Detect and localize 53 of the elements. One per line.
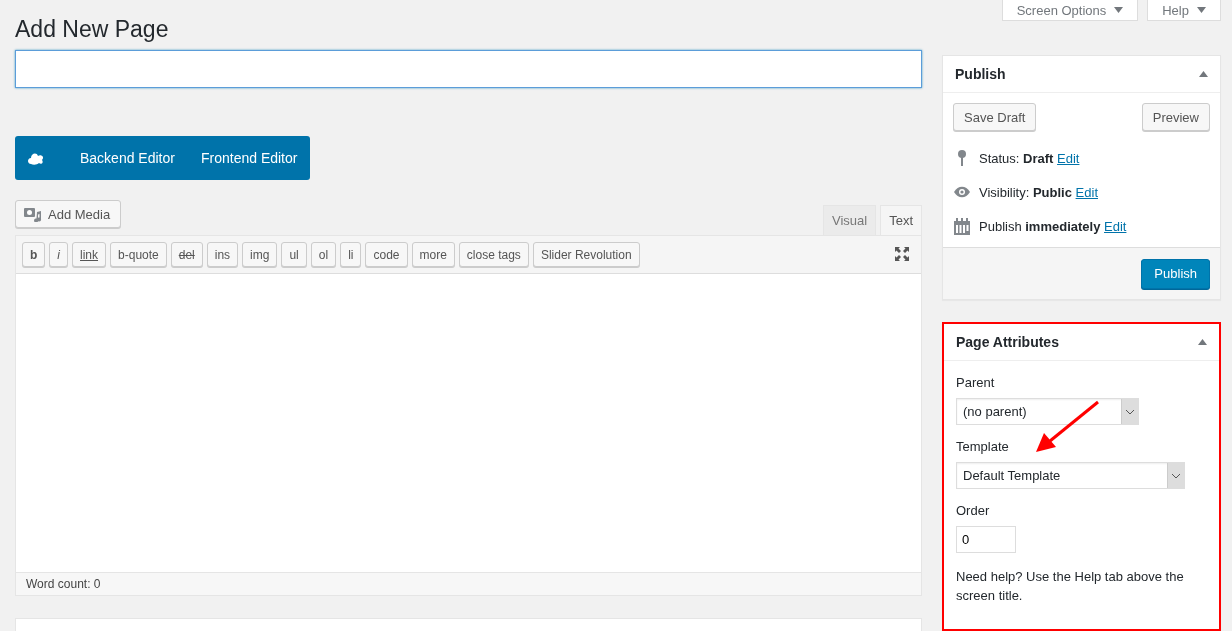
chevron-icon	[1125, 408, 1135, 415]
order-field[interactable]: 0	[956, 526, 1016, 553]
save-draft-button[interactable]: Save Draft	[953, 103, 1037, 131]
title-field[interactable]	[15, 50, 922, 88]
screen-meta-button[interactable]: Help	[1147, 0, 1221, 21]
page-heading: Add New Page	[15, 15, 170, 44]
caret-icon	[1114, 7, 1124, 13]
quicktag-button[interactable]: i	[49, 242, 68, 267]
parent-select[interactable]: (no parent)	[956, 398, 1139, 425]
publish-setting: Publish immediately Edit	[979, 218, 1127, 234]
quicktag-button[interactable]: img	[242, 242, 278, 267]
fullscreen-icon[interactable]	[894, 246, 910, 262]
box-title: Publish	[955, 66, 1006, 82]
calendar-icon	[953, 217, 971, 235]
publish-button[interactable]: Publish	[1141, 258, 1210, 289]
field-label: Template	[956, 439, 1010, 454]
collapse-icon[interactable]	[1198, 339, 1207, 345]
quicktag-button[interactable]: b	[22, 242, 46, 267]
caret-icon	[1196, 7, 1206, 13]
quicktag-button[interactable]: more	[411, 242, 455, 267]
editor-mode-button[interactable]: Backend Editor	[67, 136, 188, 180]
quicktag-button[interactable]: del	[170, 242, 203, 267]
edit-link[interactable]: Edit	[1075, 184, 1098, 200]
publish-setting: Status: Draft Edit	[979, 150, 1080, 166]
word-count: Word count: 0	[16, 572, 921, 595]
collapse-icon[interactable]	[1199, 71, 1208, 77]
publish-setting: Visibility: Public Edit	[979, 184, 1098, 200]
editor-tab[interactable]: Text	[880, 205, 922, 235]
quicktag-button[interactable]: ins	[206, 242, 239, 267]
quicktag-button[interactable]: li	[340, 242, 362, 267]
field-label: Order	[956, 503, 991, 518]
quicktag-button[interactable]: link	[72, 242, 107, 267]
edit-link[interactable]: Edit	[1104, 218, 1127, 234]
quicktag-button[interactable]: ul	[281, 242, 307, 267]
add-media-button[interactable]: Add Media	[15, 200, 122, 228]
quicktag-button[interactable]: code	[365, 242, 408, 267]
quicktag-button[interactable]: b-quote	[110, 242, 167, 267]
editor-mode-button[interactable]: Frontend Editor	[187, 136, 311, 180]
quicktag-button[interactable]: ol	[310, 242, 337, 267]
chevron-icon	[1171, 472, 1181, 479]
preview-button[interactable]: Preview	[1141, 103, 1210, 131]
quicktag-button[interactable]: close tags	[458, 242, 529, 267]
cloud-icon	[27, 151, 45, 165]
template-select[interactable]: Default Template	[956, 462, 1185, 489]
edit-link[interactable]: Edit	[1057, 150, 1080, 166]
eye-icon	[953, 186, 971, 198]
help-text: Need help? Use the Help tab above the screen title.	[956, 568, 1185, 605]
box-title: Page Attributes	[956, 334, 1059, 350]
editor-tab[interactable]: Visual	[822, 205, 877, 235]
quicktag-button[interactable]: Slider Revolution	[532, 242, 640, 267]
screen-meta-button[interactable]: Screen Options	[1002, 0, 1138, 21]
field-label: Parent	[956, 375, 996, 390]
media-icon	[24, 206, 42, 222]
